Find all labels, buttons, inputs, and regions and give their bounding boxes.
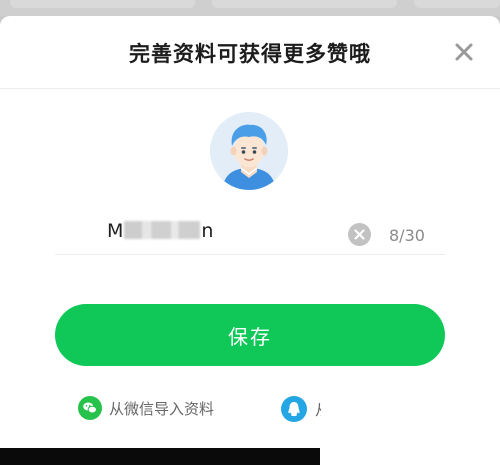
- save-button[interactable]: 保存: [55, 304, 445, 366]
- nickname-length-counter: 8/30: [389, 226, 425, 245]
- clear-icon: [348, 223, 371, 246]
- dialog-title: 完善资料可获得更多赞哦: [129, 42, 371, 66]
- nickname-field[interactable]: Mn 8/30: [55, 216, 445, 255]
- avatar-icon: [210, 112, 288, 190]
- import-from-qq[interactable]: 从: [281, 396, 321, 422]
- clear-button[interactable]: [348, 223, 371, 246]
- qq-icon: [281, 396, 307, 422]
- system-navigation-bar: [0, 448, 320, 465]
- nickname-suffix: n: [201, 220, 214, 242]
- import-from-qq-label: 从: [315, 399, 321, 420]
- close-button[interactable]: [448, 36, 480, 68]
- background-app-strip: [0, 0, 500, 16]
- wechat-icon: [78, 396, 102, 420]
- avatar[interactable]: [210, 112, 288, 190]
- background-card: [10, 0, 195, 8]
- nickname-input[interactable]: Mn: [107, 220, 213, 242]
- import-from-wechat[interactable]: 从微信导入资料: [78, 396, 214, 420]
- profile-dialog: 完善资料可获得更多赞哦 Mn 8/30 保存 从微信导入资料: [0, 16, 500, 465]
- close-icon: [455, 43, 473, 61]
- import-from-wechat-label: 从微信导入资料: [109, 399, 215, 418]
- background-card: [212, 0, 397, 8]
- background-card: [414, 0, 500, 8]
- dialog-header: 完善资料可获得更多赞哦: [0, 16, 500, 89]
- nickname-prefix: M: [107, 220, 124, 242]
- nickname-redaction: [124, 221, 201, 239]
